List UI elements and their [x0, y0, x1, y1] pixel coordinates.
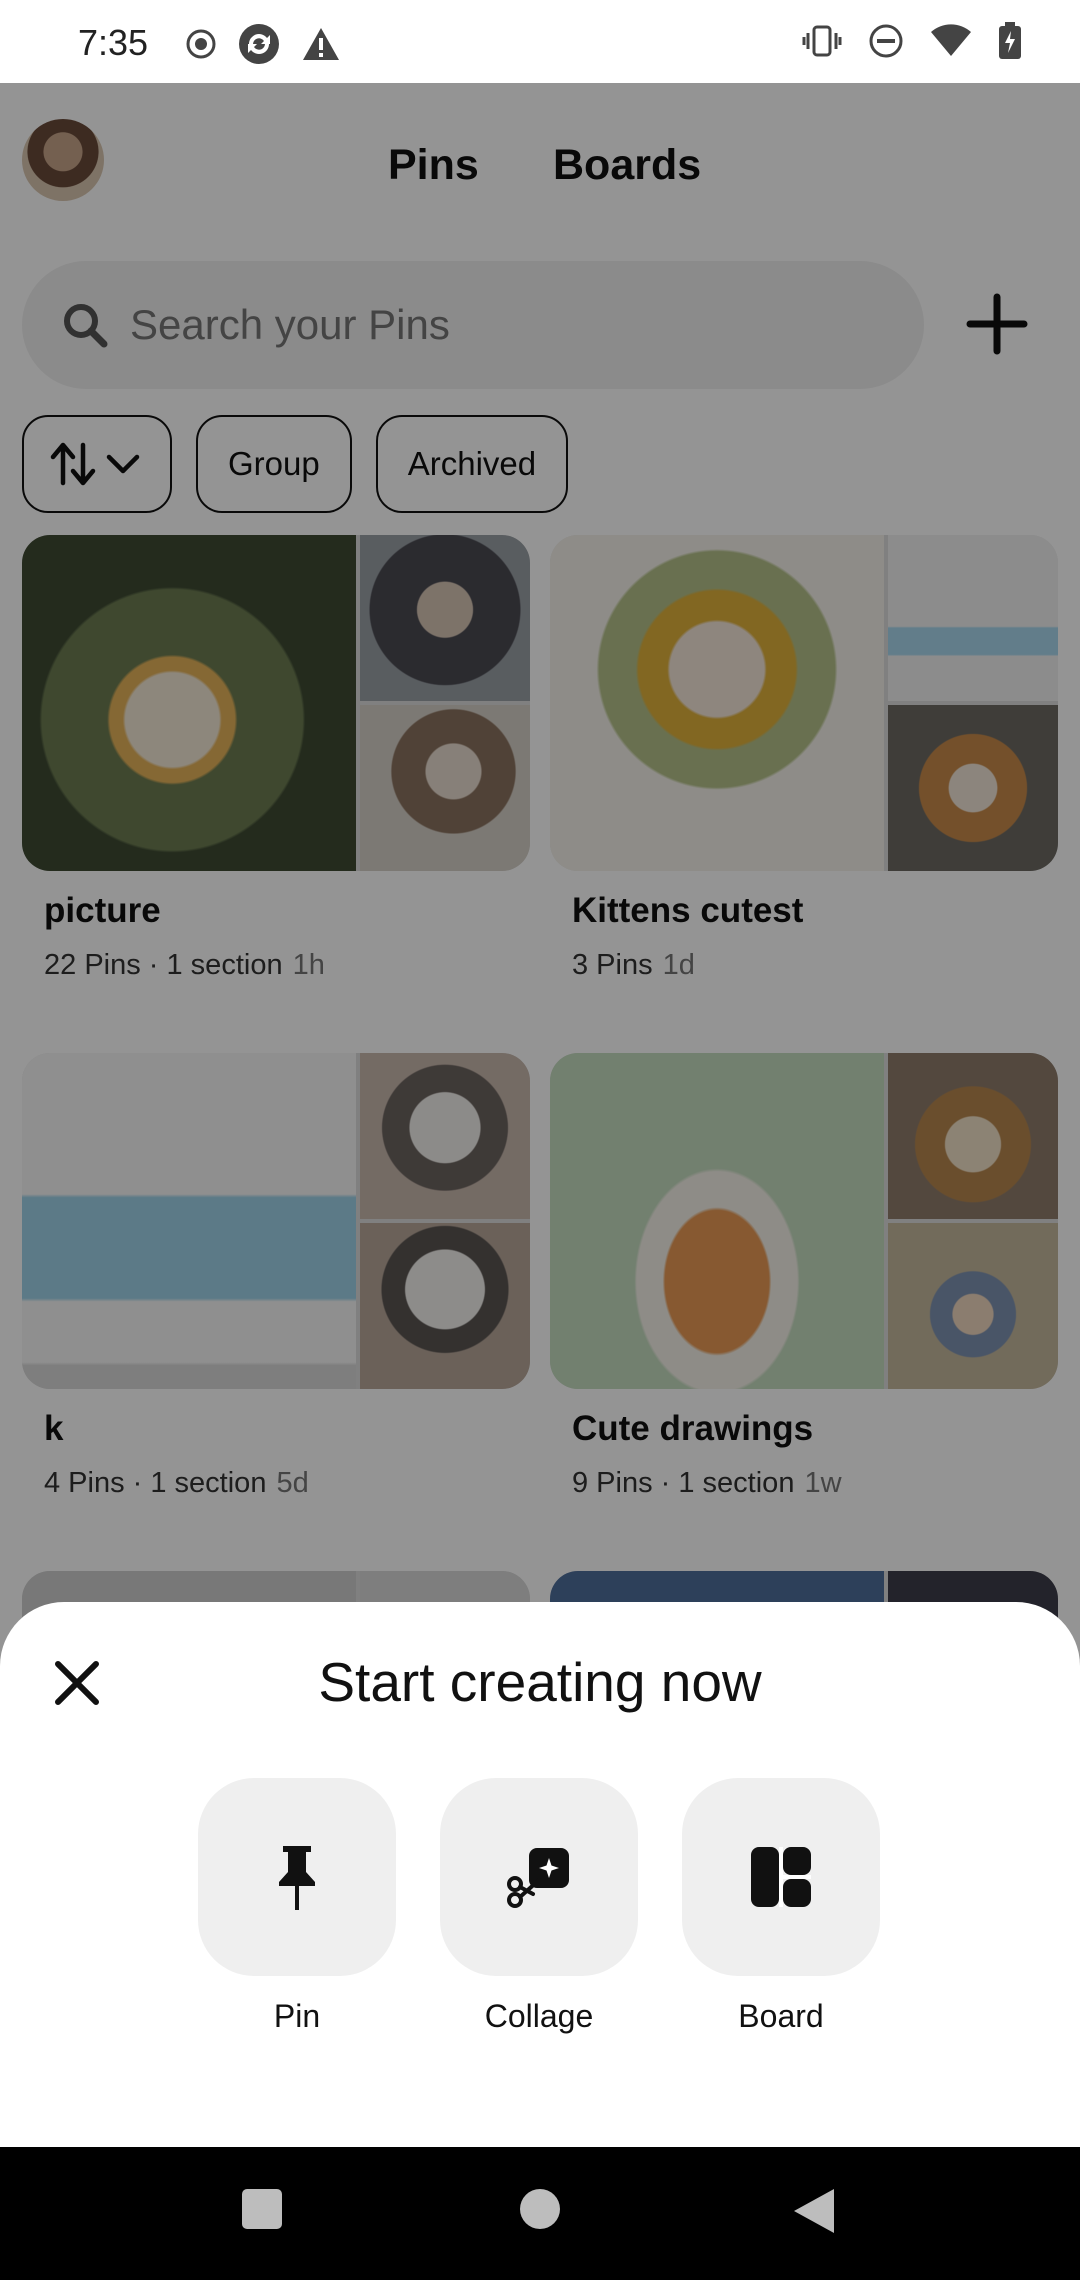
status-bar: 7:35 [0, 0, 1080, 83]
system-nav-bar [0, 2147, 1080, 2280]
create-board-option[interactable]: Board [682, 1778, 880, 2035]
battery-icon [999, 22, 1021, 59]
sync-app-icon [239, 24, 279, 64]
recents-button[interactable] [240, 2187, 284, 2231]
status-time: 7:35 [78, 22, 149, 63]
dnd-icon [869, 24, 903, 58]
create-bottom-sheet: Start creating now Pin Collage Board [0, 1602, 1080, 2147]
back-button[interactable] [792, 2187, 836, 2235]
create-collage-button[interactable] [440, 1778, 638, 1976]
status-icons-right [802, 22, 1022, 60]
status-icons-left [185, 22, 341, 66]
wifi-icon [931, 24, 971, 56]
create-pin-button[interactable] [198, 1778, 396, 1976]
create-options: Pin Collage Board [198, 1778, 880, 2035]
create-pin-label: Pin [273, 1998, 321, 2034]
pin-icon [279, 1846, 315, 1910]
create-board-button[interactable] [682, 1778, 880, 1976]
vibrate-icon [802, 25, 842, 57]
create-collage-label: Collage [484, 1998, 594, 2034]
collage-icon [507, 1848, 569, 1908]
create-collage-option[interactable]: Collage [440, 1778, 638, 2035]
board-icon [751, 1847, 811, 1907]
sheet-title: Start creating now [318, 1651, 762, 1713]
home-button[interactable] [518, 2187, 562, 2231]
record-icon [186, 29, 216, 59]
create-board-label: Board [738, 1998, 824, 2034]
warning-icon [303, 28, 339, 60]
create-pin-option[interactable]: Pin [198, 1778, 396, 2035]
